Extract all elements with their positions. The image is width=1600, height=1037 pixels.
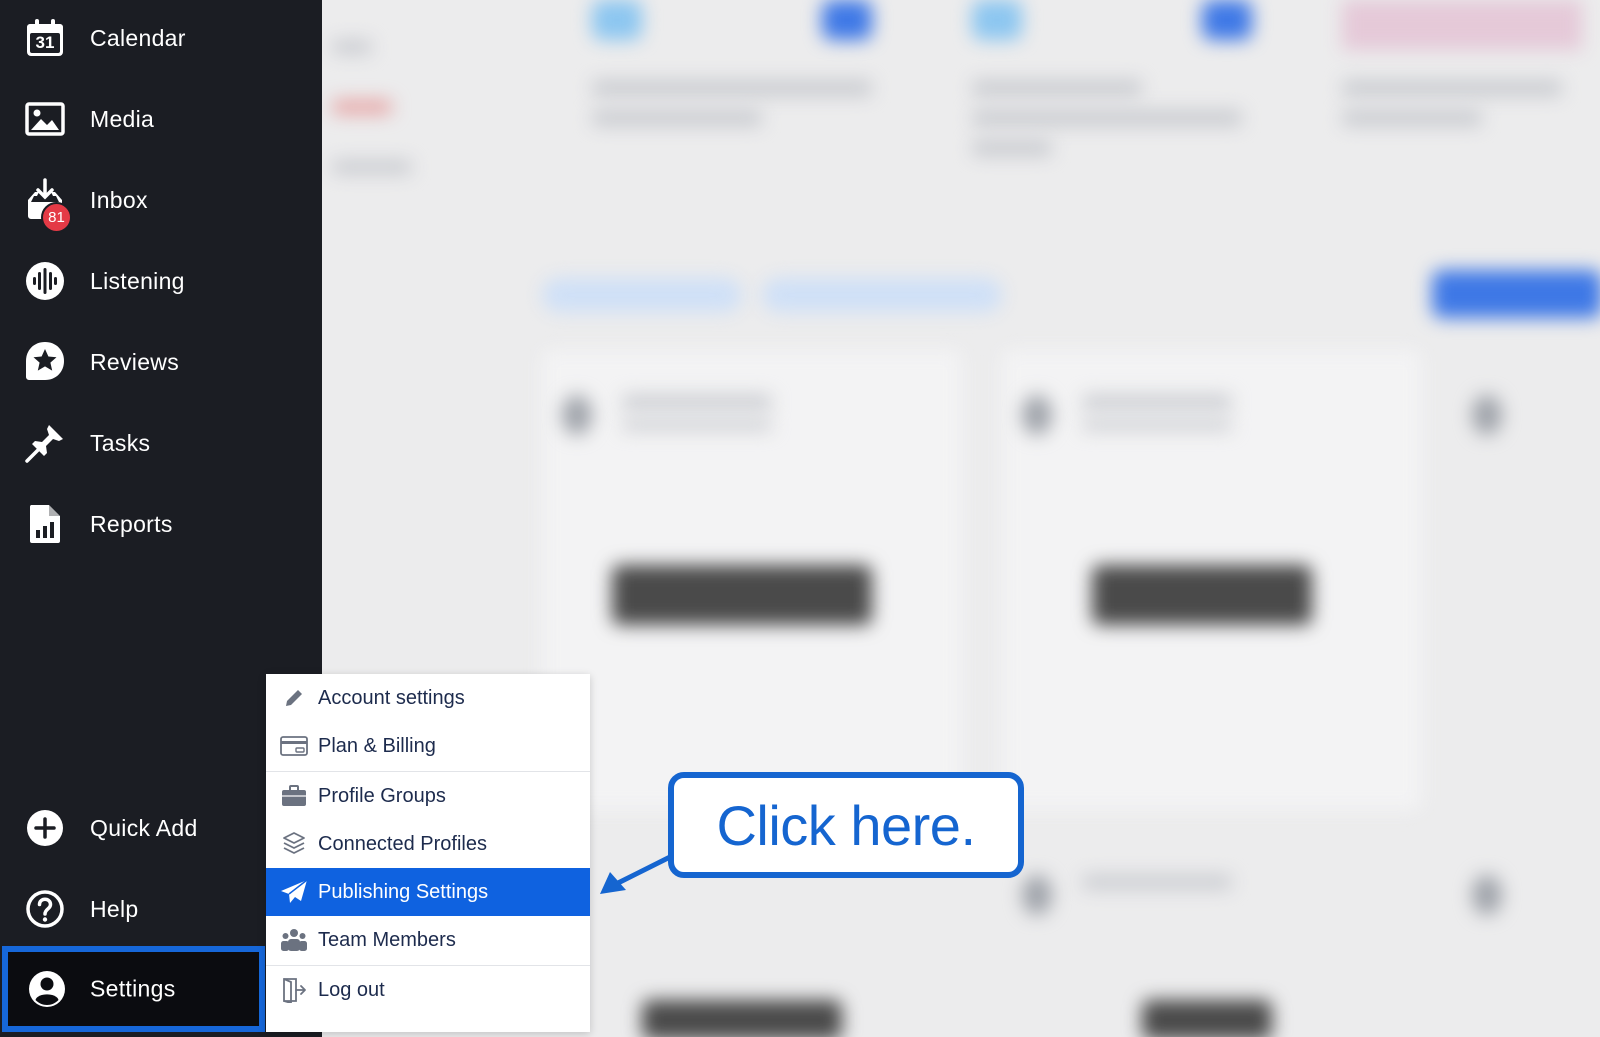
calendar-icon: 31 — [25, 18, 65, 58]
sidebar-item-label: Reports — [90, 510, 173, 537]
sidebar-item-label: Quick Add — [90, 814, 198, 841]
inbox-unread-badge: 81 — [41, 202, 72, 233]
menu-item-label: Team Members — [318, 928, 456, 951]
user-circle-icon — [27, 969, 67, 1009]
audio-wave-icon — [25, 261, 65, 301]
sidebar-item-calendar[interactable]: 31 Calendar — [0, 6, 322, 70]
sidebar-item-reviews[interactable]: Reviews — [0, 330, 322, 394]
briefcase-icon — [280, 782, 308, 810]
pin-icon — [25, 423, 65, 463]
report-icon — [25, 504, 65, 544]
sidebar-item-label: Tasks — [90, 429, 151, 456]
team-icon — [280, 926, 308, 954]
sidebar-item-label: Listening — [90, 267, 185, 294]
pencil-icon — [280, 684, 308, 712]
help-circle-icon — [25, 889, 65, 929]
sidebar-item-label: Reviews — [90, 348, 180, 375]
plus-circle-icon — [25, 808, 65, 848]
menu-item-connected-profiles[interactable]: Connected Profiles — [266, 820, 590, 868]
calendar-icon-day: 31 — [35, 33, 55, 52]
layers-icon — [280, 830, 308, 858]
menu-item-label: Account settings — [318, 686, 465, 709]
menu-item-profile-groups[interactable]: Profile Groups — [266, 772, 590, 820]
star-icon — [25, 342, 65, 382]
menu-item-label: Publishing Settings — [318, 880, 489, 903]
menu-item-account-settings[interactable]: Account settings — [266, 674, 590, 722]
sidebar-item-label: Calendar — [90, 24, 186, 51]
sidebar-item-label: Media — [90, 105, 155, 132]
sidebar-item-tasks[interactable]: Tasks — [0, 411, 322, 475]
sidebar-item-label: Help — [90, 895, 139, 922]
menu-item-log-out[interactable]: Log out — [266, 966, 590, 1014]
menu-item-label: Profile Groups — [318, 784, 446, 807]
menu-item-label: Log out — [318, 978, 385, 1001]
sidebar-item-media[interactable]: Media — [0, 87, 322, 151]
menu-item-label: Connected Profiles — [318, 832, 487, 855]
sidebar-item-reports[interactable]: Reports — [0, 492, 322, 556]
logout-icon — [280, 976, 308, 1004]
callout-text: Click here. — [716, 793, 976, 857]
menu-item-plan-billing[interactable]: Plan & Billing — [266, 722, 590, 770]
callout-arrow — [600, 853, 675, 894]
click-here-callout: Click here. — [668, 772, 1024, 878]
paper-plane-icon — [280, 878, 308, 906]
sidebar-item-label: Inbox — [90, 186, 148, 213]
sidebar-item-listening[interactable]: Listening — [0, 249, 322, 313]
image-icon — [25, 99, 65, 139]
credit-card-icon — [280, 732, 308, 760]
settings-dropdown-menu: Account settings Plan & Billing Profile … — [266, 674, 590, 1032]
menu-item-team-members[interactable]: Team Members — [266, 916, 590, 964]
menu-item-publishing-settings[interactable]: Publishing Settings — [266, 868, 590, 916]
sidebar-item-label: Settings — [90, 975, 176, 1002]
menu-item-label: Plan & Billing — [318, 734, 436, 757]
sidebar-item-settings[interactable]: Settings — [2, 946, 265, 1032]
